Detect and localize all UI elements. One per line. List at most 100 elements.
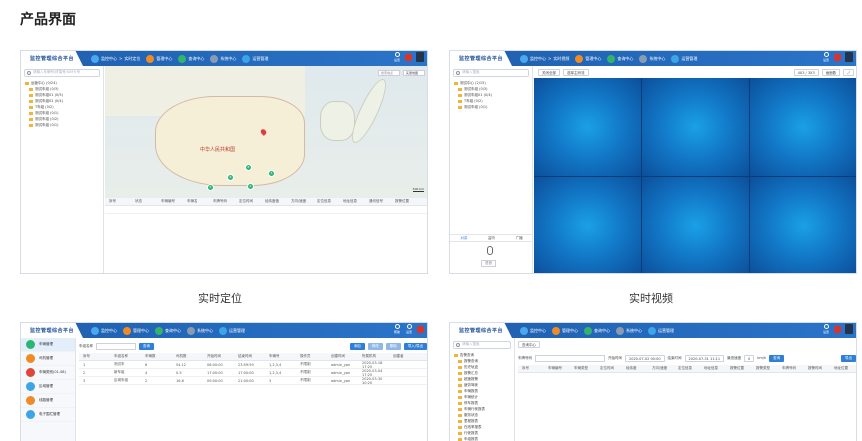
microphone-icon[interactable] xyxy=(487,246,493,255)
tab-broadcast[interactable]: 广播 xyxy=(516,236,523,241)
cluster-marker[interactable]: 3 xyxy=(268,170,275,177)
nav-query[interactable]: 查询中心 xyxy=(584,326,610,335)
search-button[interactable]: 查询 xyxy=(769,354,785,362)
nav-ops[interactable]: 运营管理 xyxy=(219,326,245,335)
gear-icon xyxy=(406,324,412,329)
menu-icon xyxy=(26,340,35,349)
settings-button[interactable]: 设置 xyxy=(822,324,830,334)
video-cell[interactable] xyxy=(750,176,856,273)
help-button[interactable]: 帮助 xyxy=(393,324,401,334)
nav-manage[interactable]: 管理中心 xyxy=(146,54,172,63)
video-cell[interactable] xyxy=(534,176,641,273)
table-header: 地址信息 xyxy=(343,199,357,203)
min-speed-input[interactable]: 0 xyxy=(744,354,755,362)
tab-listen[interactable]: 监听 xyxy=(488,236,495,241)
sidebar-item[interactable]: 线路管理 xyxy=(21,394,75,408)
table-cell: admin_ypn xyxy=(331,370,351,375)
cluster-marker[interactable]: 6 xyxy=(227,174,234,181)
nav-monitor[interactable]: 监控中心 xyxy=(91,326,117,335)
top-bar: 监控管理综合平台 监控中心 管理中心 查询中心 系统中心 运营管理 设置 xyxy=(450,323,856,338)
nav-system[interactable]: 系统中心 xyxy=(639,54,665,63)
nav-ops[interactable]: 运营管理 xyxy=(671,54,697,63)
view-count-select[interactable]: 画面数 xyxy=(821,68,841,76)
nav-manage[interactable]: 管理中心 xyxy=(552,326,578,335)
nav-query[interactable]: 查询中心 xyxy=(607,54,633,63)
vehicle-search-input[interactable]: 请输入车牌号/终端号/SIM卡号 xyxy=(24,69,100,77)
settings-button[interactable]: 设置 xyxy=(405,324,413,334)
talk-button[interactable]: 语音 xyxy=(481,260,496,267)
sidebar-item[interactable]: 车辆类别(01-08) xyxy=(21,366,75,380)
sidebar-item[interactable]: 区域管理 xyxy=(21,380,75,394)
stream-select[interactable]: 选择主码流 xyxy=(563,68,589,76)
nav-query[interactable]: 查询中心 xyxy=(178,54,204,63)
nav-manage[interactable]: 管理中心 xyxy=(123,326,149,335)
alarm-icon[interactable] xyxy=(834,53,841,61)
gear-icon xyxy=(823,52,829,57)
add-button[interactable]: 添加 xyxy=(349,342,365,350)
video-cell[interactable] xyxy=(642,78,749,176)
map-view[interactable]: 中华人民共和国 5 6 8 3 2 搜索地点 矢量地图 500 km xyxy=(105,66,427,198)
sidebar-item[interactable]: 电子围栏管理 xyxy=(21,408,75,422)
table-header: 报警位置 xyxy=(730,366,744,370)
breadcrumb-query[interactable]: 查询中心 xyxy=(518,341,540,348)
group-name-input[interactable] xyxy=(96,342,136,350)
table-row[interactable]: 3 区域车组 2 16.6 09:00:00 21:00:00 3 不限制 admin_ypn 2… xyxy=(79,377,427,385)
system-icon xyxy=(616,326,624,335)
settings-button[interactable]: 设置 xyxy=(822,52,830,62)
nav-monitor[interactable]: 监控中心 xyxy=(520,326,546,335)
user-avatar[interactable] xyxy=(845,52,853,62)
map-layer-select[interactable]: 矢量地图 xyxy=(403,70,425,76)
tree-node[interactable]: 车组报表 xyxy=(454,436,514,441)
delete-button[interactable]: 删除 xyxy=(385,342,401,350)
user-avatar[interactable] xyxy=(416,52,424,62)
table-header: 序号 xyxy=(522,366,529,370)
nav-manage[interactable]: 管理中心 xyxy=(575,54,601,63)
alarm-icon[interactable] xyxy=(405,53,412,61)
nav-system[interactable]: 系统中心 xyxy=(210,54,236,63)
search-button[interactable]: 查询 xyxy=(139,342,154,350)
cluster-marker[interactable]: 5 xyxy=(207,184,214,191)
cluster-marker[interactable]: 2 xyxy=(247,183,254,190)
layout-select[interactable]: 4X3 / 3X3 xyxy=(793,68,819,76)
end-time-input[interactable]: 2020-07-31 11:11 xyxy=(684,354,725,362)
folder-icon xyxy=(458,105,462,109)
table-header: 车辆编号 xyxy=(161,199,175,203)
video-cell[interactable] xyxy=(642,176,749,273)
user-avatar[interactable] xyxy=(845,324,853,334)
gear-icon xyxy=(823,324,829,329)
close-all-button[interactable]: 关闭全部 xyxy=(538,68,560,76)
query-search-input[interactable]: 请输入搜索 xyxy=(453,341,511,349)
sidebar-item[interactable]: 车辆管理 xyxy=(21,338,75,352)
cluster-marker[interactable]: 8 xyxy=(245,164,252,171)
video-cell[interactable] xyxy=(534,78,641,176)
menu-icon xyxy=(26,354,35,363)
alarm-icon[interactable] xyxy=(417,325,424,333)
alarm-icon[interactable] xyxy=(834,325,841,333)
nav-query[interactable]: 查询中心 xyxy=(155,326,181,335)
sidebar-item-label: 线路管理 xyxy=(39,398,53,402)
nav-ops[interactable]: 运营管理 xyxy=(648,326,674,335)
edit-button[interactable]: 修改 xyxy=(367,342,383,350)
sidebar-item[interactable]: 司机管理 xyxy=(21,352,75,366)
map-search-input[interactable]: 搜索地点 xyxy=(378,70,400,76)
start-time-input[interactable]: 2020-07-02 00:00 xyxy=(625,354,665,362)
table-cell: 区域车组 xyxy=(114,378,128,382)
plate-number-select[interactable] xyxy=(535,354,605,362)
table-cell: 17:00:00 xyxy=(238,370,254,375)
import-export-button[interactable]: 导入/导出 xyxy=(403,342,427,350)
nav-monitor[interactable]: 监控中心 > 实时定位 xyxy=(91,54,140,63)
nav-system[interactable]: 系统中心 xyxy=(187,326,213,335)
video-cell[interactable] xyxy=(750,78,856,176)
export-button[interactable]: 导出 xyxy=(841,354,856,362)
tree-node[interactable]: 测试车组 (0/1) xyxy=(25,122,103,128)
nav-system[interactable]: 系统中心 xyxy=(616,326,642,335)
sidebar-item-label: 车辆类别(01-08) xyxy=(39,370,66,374)
table-header: 地址信息 xyxy=(704,366,718,370)
tree-node[interactable]: 测试车组 (0/1) xyxy=(454,104,532,110)
fullscreen-icon[interactable]: ⤢ xyxy=(843,68,854,76)
nav-monitor[interactable]: 监控中心 > 实时视频 xyxy=(520,54,569,63)
nav-ops[interactable]: 运营管理 xyxy=(242,54,268,63)
tab-talk[interactable]: 对讲 xyxy=(460,236,467,241)
settings-button[interactable]: 设置 xyxy=(393,52,401,62)
device-search-input[interactable]: 请输入搜索 xyxy=(453,69,529,77)
